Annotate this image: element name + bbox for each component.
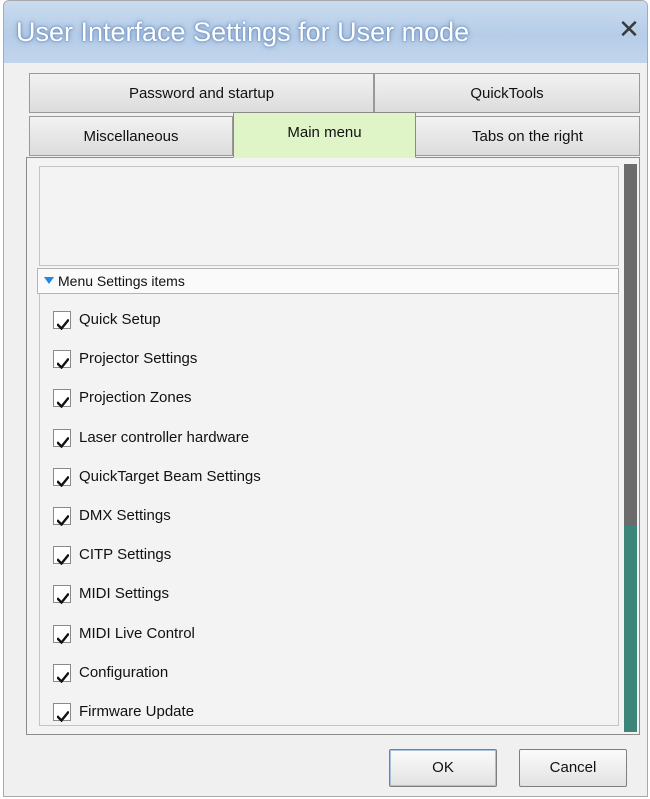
checkbox[interactable]	[53, 664, 71, 684]
scrollbar-thumb[interactable]	[624, 164, 637, 526]
checkmark-icon	[56, 393, 70, 415]
scrollbar-accent	[624, 526, 637, 732]
settings-dialog: User Interface Settings for User mode ✕ …	[3, 0, 648, 797]
checkbox[interactable]	[53, 350, 71, 370]
preview-area	[39, 166, 619, 266]
checkmark-icon	[56, 550, 70, 572]
checkbox[interactable]	[53, 389, 71, 409]
tab-main-menu[interactable]: Main menu	[233, 112, 416, 158]
checkmark-icon	[56, 707, 70, 729]
menu-item-label: Quick Setup	[79, 311, 161, 328]
menu-item-label: CITP Settings	[79, 546, 172, 563]
vertical-scrollbar[interactable]	[624, 164, 637, 732]
checkbox[interactable]	[53, 507, 71, 527]
close-icon[interactable]: ✕	[615, 15, 643, 43]
checkmark-icon	[56, 433, 70, 455]
tab-password-and-startup[interactable]: Password and startup	[29, 73, 374, 113]
checkbox[interactable]	[53, 703, 71, 723]
window-title: User Interface Settings for User mode	[16, 17, 470, 47]
checkbox[interactable]	[53, 468, 71, 488]
triangle-down-icon[interactable]	[44, 277, 54, 285]
menu-item-label: MIDI Settings	[79, 585, 170, 602]
menu-item-label: Projection Zones	[79, 389, 192, 406]
menu-item-label: Configuration	[79, 664, 169, 681]
menu-item-label: DMX Settings	[79, 507, 171, 524]
checkmark-icon	[56, 629, 70, 651]
menu-item-label: Laser controller hardware	[79, 429, 250, 446]
tab-quicktools[interactable]: QuickTools	[374, 73, 640, 113]
checkbox[interactable]	[53, 585, 71, 605]
checkbox[interactable]	[53, 429, 71, 449]
checkmark-icon	[56, 589, 70, 611]
checkmark-icon	[56, 315, 70, 337]
menu-item-label: MIDI Live Control	[79, 625, 195, 642]
title-bar[interactable]: User Interface Settings for User mode ✕	[4, 1, 647, 63]
ok-button[interactable]: OK	[389, 749, 497, 787]
checkbox[interactable]	[53, 625, 71, 645]
section-header-menu-settings[interactable]: Menu Settings items	[37, 268, 619, 294]
menu-item-label: QuickTarget Beam Settings	[79, 468, 261, 485]
section-header-label: Menu Settings items	[58, 273, 185, 289]
menu-item-label: Projector Settings	[79, 350, 198, 367]
checkmark-icon	[56, 511, 70, 533]
checkbox[interactable]	[53, 546, 71, 566]
main-menu-panel: Menu Settings items Quick Setup Projector…	[26, 157, 640, 735]
checkmark-icon	[56, 472, 70, 494]
tab-tabs-on-the-right[interactable]: Tabs on the right	[415, 116, 640, 156]
checkmark-icon	[56, 668, 70, 690]
checkmark-icon	[56, 354, 70, 376]
cancel-button[interactable]: Cancel	[519, 749, 627, 787]
checkbox[interactable]	[53, 311, 71, 331]
menu-item-label: Firmware Update	[79, 703, 195, 720]
tab-miscellaneous[interactable]: Miscellaneous	[29, 116, 233, 156]
